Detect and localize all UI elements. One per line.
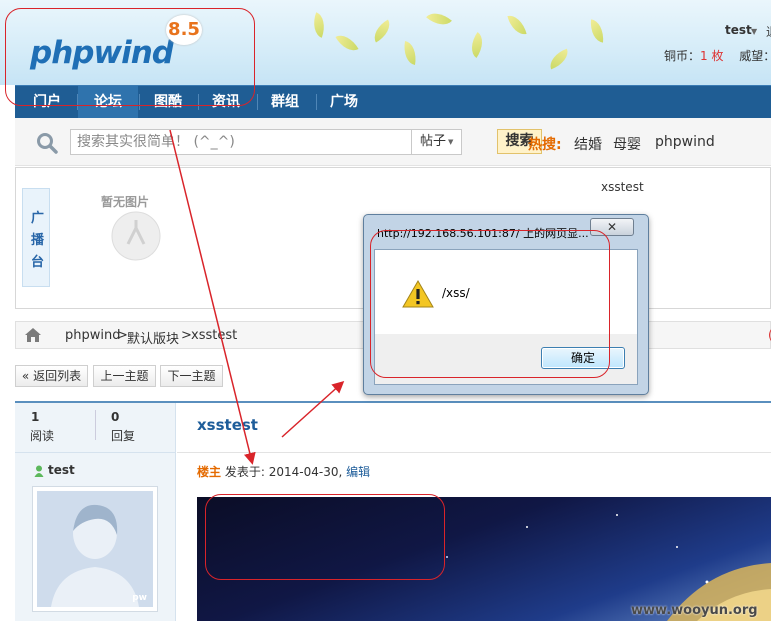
author-name[interactable]: test bbox=[48, 463, 75, 477]
avatar-tag: pw bbox=[132, 593, 147, 603]
next-topic-button[interactable]: 下一主题 bbox=[160, 365, 223, 387]
search-type-select[interactable]: 帖子 bbox=[412, 129, 462, 155]
meta-separator: , bbox=[338, 465, 343, 479]
leaf-decoration bbox=[507, 12, 527, 38]
hot-search-item[interactable]: phpwind bbox=[655, 134, 715, 150]
home-icon[interactable] bbox=[24, 327, 42, 343]
logout-link[interactable]: 退 bbox=[766, 23, 771, 40]
breadcrumb-item-thread[interactable]: xsstest bbox=[191, 328, 237, 343]
hot-search-item[interactable]: 母婴 bbox=[613, 134, 641, 154]
broadcast-title[interactable]: xsstest bbox=[601, 180, 644, 194]
leaf-decoration bbox=[368, 19, 396, 43]
leaf-decoration bbox=[546, 48, 572, 70]
reply-count: 0 bbox=[111, 410, 120, 424]
broadcast-tab-char: 播 bbox=[31, 233, 45, 248]
leaf-decoration bbox=[335, 29, 359, 57]
annotation-box-logo bbox=[5, 8, 255, 106]
chevron-down-icon[interactable]: ▼ bbox=[448, 138, 453, 146]
close-icon: ✕ bbox=[606, 220, 618, 234]
nav-item-square[interactable]: 广场 bbox=[319, 86, 369, 118]
post-meta: 楼主 发表于: 2014-04-30, 编辑 bbox=[197, 463, 370, 480]
nav-divider bbox=[316, 94, 317, 110]
nav-item-groups[interactable]: 群组 bbox=[260, 86, 310, 118]
nav-divider bbox=[257, 94, 258, 110]
broadcast-tab-char: 广 bbox=[31, 211, 45, 226]
broadcast-tab-char: 台 bbox=[31, 255, 45, 270]
reply-label: 回复 bbox=[111, 429, 136, 443]
back-to-list-button[interactable]: « 返回列表 bbox=[15, 365, 88, 387]
annotation-box-dialog bbox=[370, 230, 610, 378]
avatar[interactable]: pw bbox=[32, 486, 158, 612]
divider bbox=[15, 452, 176, 453]
search-input[interactable]: 搜索其实很简单！ (^_^) bbox=[70, 129, 412, 155]
default-avatar-icon bbox=[51, 504, 139, 607]
broadcast-tab: 广 播 台 bbox=[22, 188, 50, 287]
hot-search-label: 热搜: bbox=[528, 137, 562, 153]
search-bar: 搜索其实很简单！ (^_^) 帖子 ▼ 搜索 热搜: 结婚 母婴 phpwind bbox=[15, 118, 771, 166]
leaf-decoration bbox=[426, 6, 452, 32]
leaf-decoration bbox=[308, 12, 330, 38]
breadcrumb-item-board[interactable]: 默认版块 bbox=[127, 328, 179, 347]
leaf-decoration bbox=[464, 31, 490, 59]
post-role-badge: 楼主 bbox=[197, 465, 222, 479]
read-label: 阅读 bbox=[30, 429, 55, 443]
prev-topic-button[interactable]: 上一主题 bbox=[93, 365, 156, 387]
watermark: www.wooyun.org bbox=[631, 603, 758, 618]
user-menu[interactable]: test bbox=[725, 23, 752, 37]
hot-search-item[interactable]: 结婚 bbox=[574, 134, 602, 154]
annotation-box-post bbox=[205, 494, 445, 580]
coins-label: 铜币： bbox=[664, 49, 701, 63]
coins-value: 1 枚 bbox=[700, 49, 724, 63]
post-title: xsstest bbox=[197, 416, 258, 434]
prestige-label: 威望： bbox=[739, 49, 771, 63]
chevron-down-icon[interactable]: ▼ bbox=[751, 27, 757, 36]
post-date: 2014-04-30 bbox=[268, 465, 339, 479]
user-credits: 铜币：1 枚 威望： bbox=[664, 47, 771, 64]
read-count: 1 bbox=[31, 410, 40, 424]
posted-label: 发表于: bbox=[224, 465, 265, 479]
user-online-icon bbox=[34, 465, 44, 477]
leaf-decoration bbox=[401, 40, 419, 66]
leaf-decoration bbox=[589, 19, 605, 43]
breadcrumb-item-home[interactable]: phpwind bbox=[65, 328, 120, 343]
stat-divider bbox=[95, 410, 96, 440]
search-icon[interactable] bbox=[35, 131, 59, 155]
edit-link[interactable]: 编辑 bbox=[346, 465, 370, 479]
divider bbox=[177, 452, 771, 453]
no-image-label: 暂无图片 bbox=[101, 195, 150, 209]
